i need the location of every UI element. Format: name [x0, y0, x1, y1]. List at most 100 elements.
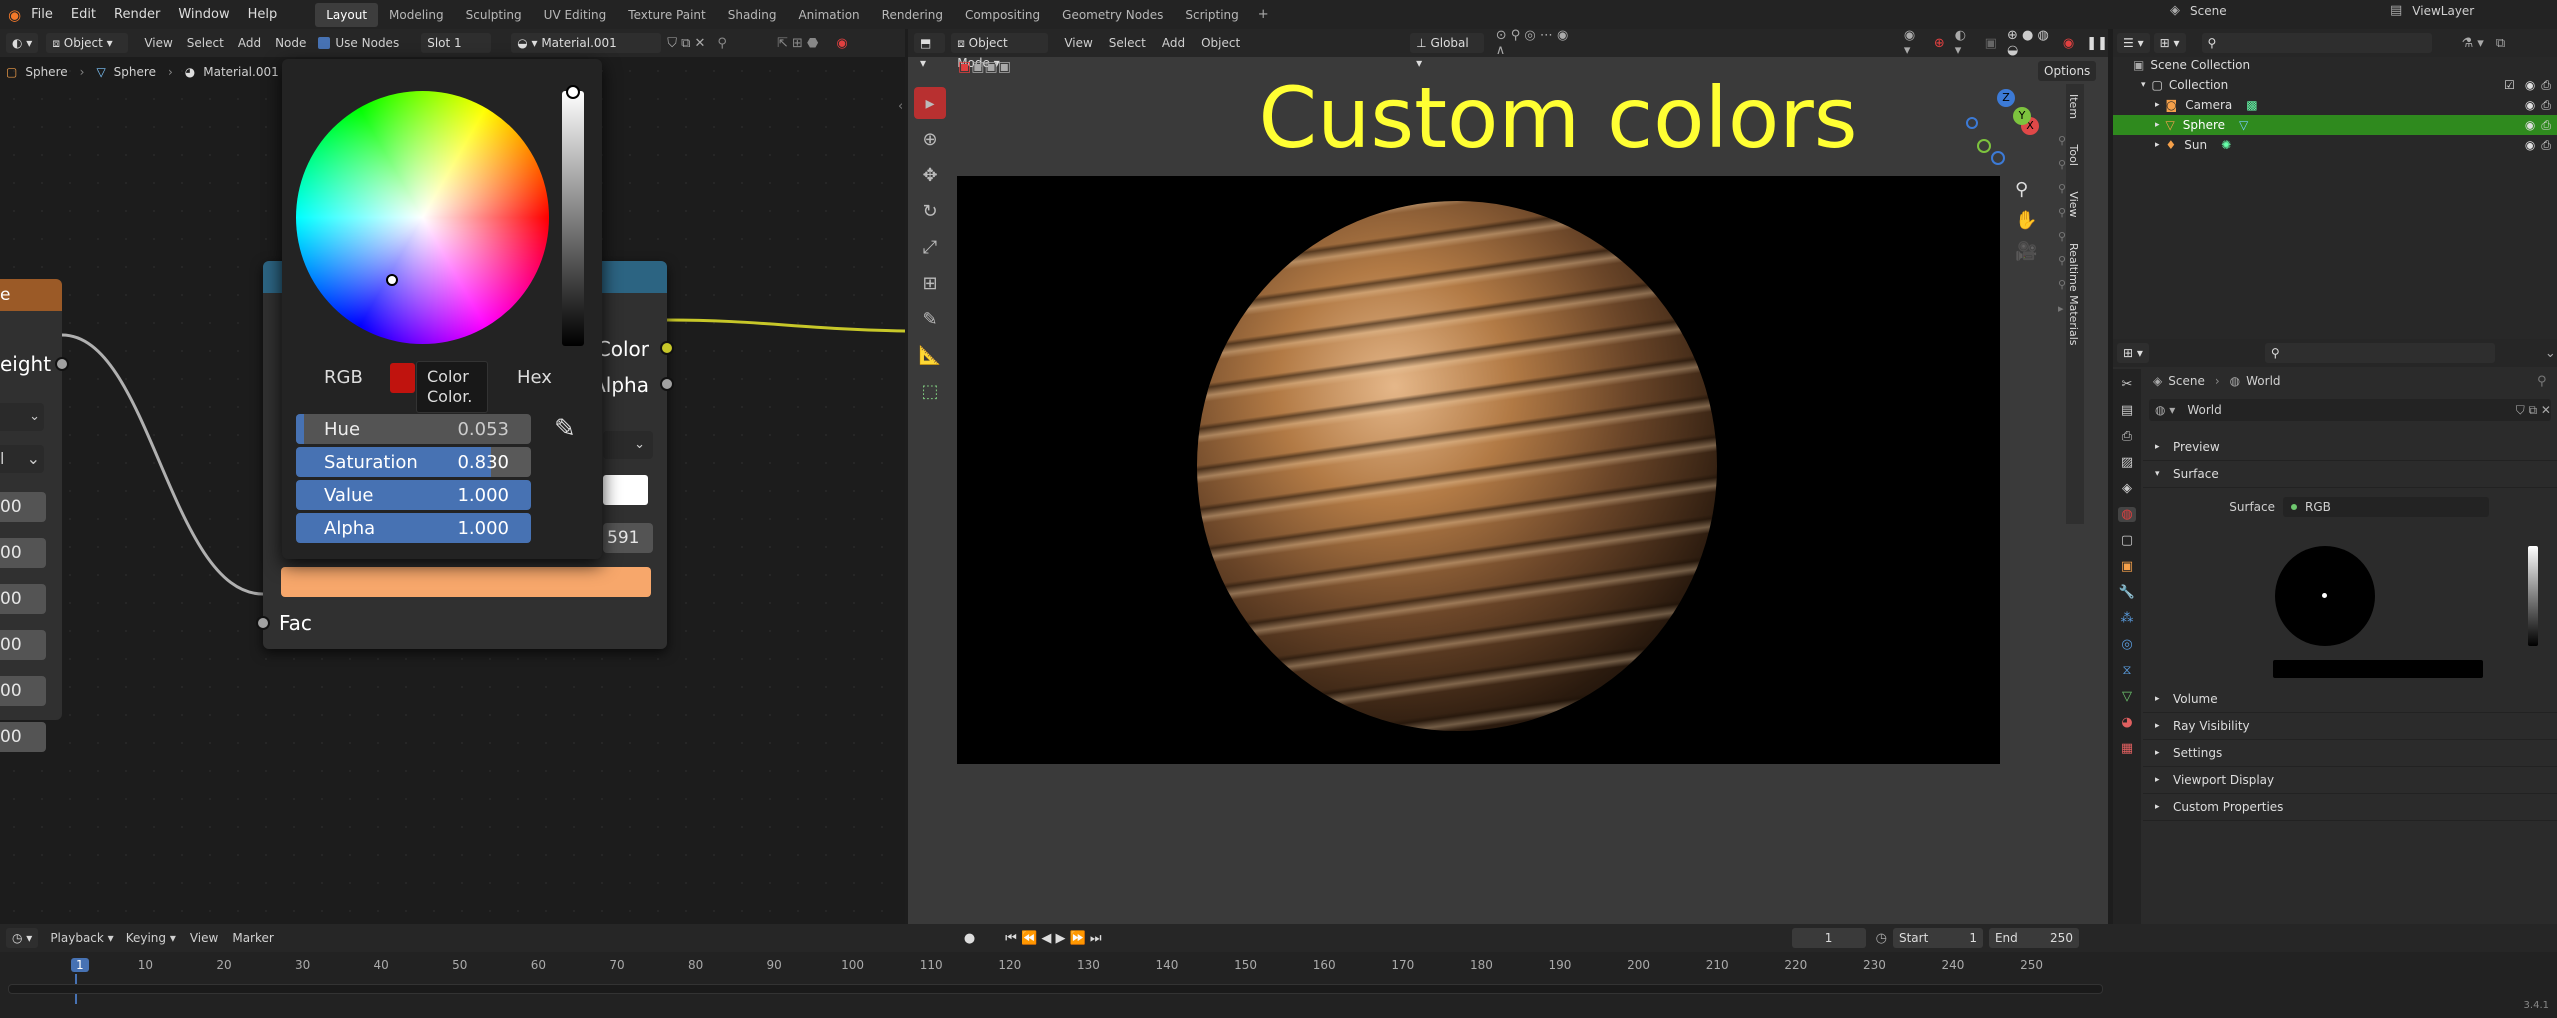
world-value-slider[interactable] — [2528, 546, 2538, 646]
eye-icon[interactable]: ◉ — [2525, 135, 2535, 155]
value-field[interactable]: Value 1.000 — [296, 480, 531, 510]
editor-type-button[interactable]: ◷ ▾ — [6, 928, 39, 948]
workspace-tab-uv-editing[interactable]: UV Editing — [533, 3, 618, 27]
menu-file[interactable]: File — [31, 7, 53, 22]
end-frame-field[interactable]: End 250 — [1988, 928, 2079, 948]
object-mode-dropdown[interactable]: ⧈ Object Mode ▾ — [951, 33, 1049, 70]
alpha-field[interactable]: Alpha 1.000 — [296, 513, 531, 543]
constraints-tab-icon[interactable]: ⧖ — [2122, 663, 2131, 678]
menu-edit[interactable]: Edit — [71, 7, 96, 22]
add-menu[interactable]: Add — [1162, 36, 1185, 50]
select-menu[interactable]: Select — [1109, 36, 1146, 50]
color-swatch-area[interactable] — [603, 471, 653, 513]
view-menu[interactable]: View — [1064, 36, 1092, 50]
workspace-tab-compositing[interactable]: Compositing — [954, 3, 1051, 27]
camera-restrict-icon[interactable]: ⎙ — [2541, 115, 2551, 135]
world-color-field[interactable] — [2273, 660, 2483, 678]
value-slider[interactable] — [562, 85, 584, 346]
eyedropper-icon[interactable]: ✎ — [554, 414, 576, 444]
rgb-output-color-socket[interactable] — [660, 341, 674, 355]
menu-window[interactable]: Window — [178, 7, 229, 22]
data-tab-icon[interactable]: ▽ — [2122, 689, 2132, 704]
scene-selector[interactable]: ◈ Scene — [2170, 3, 2227, 18]
timeline[interactable]: ◷ ▾ Playback ▾ Keying ▾ View Marker ● ⏮ … — [0, 924, 2557, 1018]
eye-icon[interactable]: ◉ — [2525, 75, 2535, 95]
render-tab-icon[interactable]: ▤ — [2121, 403, 2133, 418]
record-icon[interactable]: ● — [964, 931, 975, 946]
display-mode-button[interactable]: ⊞ ▾ — [2153, 33, 2186, 53]
rgb-input-fac-socket[interactable] — [256, 616, 270, 630]
options-dropdown[interactable]: Options — [2038, 61, 2097, 81]
tab-view[interactable]: View — [2067, 191, 2080, 217]
rgb-mode-dropdown[interactable]: ⌄ — [603, 431, 653, 459]
visibility-icon[interactable]: ◉ ▾ — [1904, 28, 1924, 58]
collection-row[interactable]: ▾ ▢ Collection ☑ ◉ ⎙ — [2141, 75, 2551, 95]
tool-settings-icons[interactable]: ⚲ ⚲ ⚲ ⚲ ⚲ ⚲ ⚲ ▸ — [2058, 129, 2068, 489]
gizmo-icon[interactable]: ⊕ — [1934, 36, 1945, 51]
properties-editor[interactable]: ⊞ ▾ ⚲ ⌄ ✂ ▤ ⎙ ▨ ◈ ◍ ▢ ▣ 🔧 ⁂ ◎ ⧖ ▽ ◕ ▦ ◈ … — [2113, 339, 2557, 924]
workspace-tab-scripting[interactable]: Scripting — [1174, 3, 1249, 27]
annotate-tool-icon[interactable]: ✎ — [914, 303, 946, 335]
workspace-tab-sculpting[interactable]: Sculpting — [455, 3, 533, 27]
tool-tab-icon[interactable]: ✂ — [2122, 377, 2133, 392]
camera-restrict-icon[interactable]: ⎙ — [2541, 75, 2551, 95]
color-picker-popup[interactable]: RGB Color Color. Hex Hue 0.053 Saturatio… — [282, 59, 602, 559]
modifier-tab-icon[interactable]: 🔧 — [2119, 585, 2135, 600]
camera-view-icon[interactable]: 🎥 — [2015, 241, 2037, 262]
camera-restrict-icon[interactable]: ⎙ — [2541, 135, 2551, 155]
zoom-icon[interactable]: ⚲ — [2015, 179, 2037, 200]
properties-search[interactable]: ⚲ — [2264, 343, 2495, 363]
viewlayer-selector[interactable]: ▤ ViewLayer — [2390, 3, 2474, 18]
gizmo-small-icon[interactable] — [1966, 117, 1978, 129]
scene-tab-icon[interactable]: ◈ — [2122, 481, 2132, 496]
surface-shader-field[interactable]: RGB — [2283, 497, 2489, 517]
pivot-snap-icons[interactable]: ⊙ ⚲ ◎ ⋯ ◉ ∧ — [1496, 28, 1574, 58]
expand-icon[interactable]: ▾ — [2141, 75, 2146, 95]
new-collection-icon[interactable]: ⧉ — [2496, 36, 2505, 51]
pause-icon[interactable]: ❚❚ — [2086, 36, 2108, 51]
workspace-tab-modeling[interactable]: Modeling — [378, 3, 455, 27]
rgb-mode-tab[interactable]: RGB — [324, 367, 363, 388]
area-split-arrow-icon[interactable]: ‹ — [898, 99, 903, 114]
editor-type-button[interactable]: ☰ ▾ — [2117, 33, 2150, 53]
frame-ruler[interactable]: 1 10 20 30 40 50 60 70 80 90 100 110 120 130 140 150 160… — [0, 952, 2105, 1004]
world-color-wheel[interactable] — [2275, 546, 2375, 646]
playback-controls-icon[interactable]: ⏮ ⏪ ◀ ▶ ⏩ ⏭ — [1005, 931, 1101, 946]
blender-logo-icon[interactable]: ◉ — [8, 6, 21, 24]
fake-user-icon[interactable]: ⛉ ⧉ ✕ — [2516, 403, 2551, 418]
tab-tool[interactable]: Tool — [2067, 145, 2080, 166]
outliner-item-camera[interactable]: ▸ ◙ Camera ▩ ◉ ⎙ — [2155, 95, 2551, 115]
eye-icon[interactable]: ◉ — [2525, 115, 2535, 135]
move-tool-icon[interactable]: ✥ — [914, 159, 946, 191]
gizmo-z-icon[interactable]: Z — [1997, 89, 2015, 107]
saturation-field[interactable]: Saturation 0.830 — [296, 447, 531, 477]
checkbox-icon[interactable]: ☑ — [2504, 75, 2515, 95]
object-menu[interactable]: Object — [1201, 36, 1240, 50]
select-box-tool-icon[interactable]: ▸ — [914, 87, 946, 119]
hex-mode-tab[interactable]: Hex — [517, 367, 552, 388]
output-tab-icon[interactable]: ⎙ — [2122, 429, 2132, 444]
shading-icons[interactable]: ⊕ ● ◍ ◒ — [2007, 28, 2059, 58]
add-cube-tool-icon[interactable]: ⬚ — [914, 375, 946, 407]
pan-hand-icon[interactable]: ✋ — [2015, 210, 2037, 231]
navigation-gizmo[interactable]: X Z Y — [1963, 89, 2053, 179]
camera-restrict-icon[interactable]: ⎙ — [2541, 95, 2551, 115]
measure-tool-icon[interactable]: 📐 — [914, 339, 946, 371]
shader-node-editor[interactable]: ◐ ▾ ⧈ Object ▾ View Select Add Node Use … — [0, 29, 905, 924]
rgb-hex-field[interactable]: 591 — [603, 523, 653, 553]
current-frame-field[interactable]: 1 — [1791, 928, 1866, 948]
panel-surface[interactable]: ▾ Surface — [2143, 461, 2557, 488]
side-tabs[interactable]: Item Tool View Realtime Materials — [2067, 94, 2080, 346]
panel-custom-properties[interactable]: ▸ Custom Properties — [2143, 794, 2557, 821]
add-workspace-icon[interactable]: + — [1258, 7, 1269, 22]
cursor-tool-icon[interactable]: ⊕ — [914, 123, 946, 155]
xray-icon[interactable]: ▣ — [1985, 36, 1997, 51]
keying-menu[interactable]: Keying ▾ — [126, 931, 176, 945]
object-tab-icon[interactable]: ▣ — [2121, 559, 2133, 574]
color-wheel-cursor[interactable] — [386, 274, 398, 286]
world-tab-icon[interactable]: ◍ — [2118, 507, 2136, 522]
texture-tab-icon[interactable]: ▦ — [2121, 741, 2133, 756]
workspace-tab-shading[interactable]: Shading — [717, 3, 788, 27]
outliner-item-sun[interactable]: ▸ ♦ Sun ✺ ◉ ⎙ — [2155, 135, 2551, 155]
workspace-tab-texture-paint[interactable]: Texture Paint — [617, 3, 716, 27]
